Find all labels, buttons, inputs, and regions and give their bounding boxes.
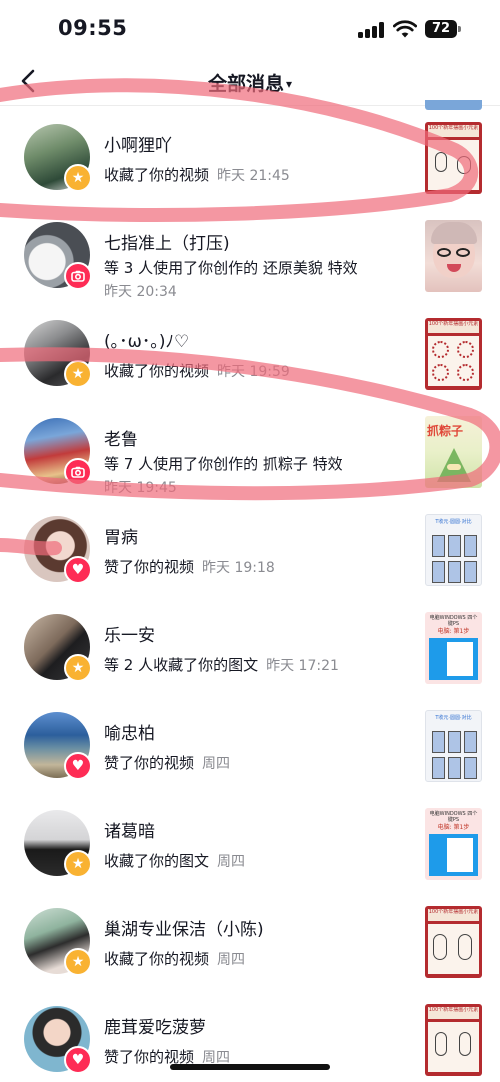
action-text: 收藏了你的视频: [104, 362, 210, 380]
thumbnail[interactable]: 电脑WINDOWS 四个键PS 电脑: 第1步: [425, 612, 482, 684]
list-item[interactable]: ★ 诸葛暗 收藏了你的图文 周四 电脑WINDOWS 四个键PS 电脑: 第1步: [0, 793, 500, 891]
star-icon: ★: [64, 164, 92, 192]
message-text: 赞了你的视频 周四: [104, 752, 230, 773]
thumbnail: [425, 100, 482, 110]
status-bar: 09:55 72: [0, 0, 500, 58]
user-name[interactable]: 小啊狸吖: [104, 131, 172, 156]
user-name[interactable]: 胃病: [104, 523, 138, 548]
cellular-signal-icon: [358, 22, 384, 38]
action-text: 等 2 人收藏了你的图文: [104, 656, 259, 674]
thumbnail-caption: 抓粽子: [427, 424, 464, 438]
timestamp: 昨天 19:18: [202, 560, 275, 576]
camera-icon: [64, 458, 92, 486]
user-name[interactable]: 诸葛暗: [104, 817, 155, 842]
list-item[interactable]: 老鲁 等 7 人使用了你创作的 抓粽子 特效 昨天 19:45 抓粽子: [0, 401, 500, 499]
star-icon: ★: [64, 654, 92, 682]
action-text: 收藏了你的视频: [104, 166, 210, 184]
user-name[interactable]: 七指准上（打压): [104, 229, 230, 254]
thumbnail-caption: 100个新年摆画小元素: [428, 909, 479, 921]
thumbnail[interactable]: 电脑WINDOWS 四个键PS 电脑: 第1步: [425, 808, 482, 880]
status-time: 09:55: [58, 16, 128, 40]
user-name[interactable]: 鹿茸爱吃菠萝: [104, 1013, 206, 1038]
thumbnail-caption: T收元·圆圆·对比: [435, 519, 472, 525]
user-name[interactable]: 老鲁: [104, 425, 138, 450]
heart-icon: ♥: [64, 556, 92, 584]
action-text: 收藏了你的视频: [104, 950, 210, 968]
action-text: 赞了你的视频: [104, 754, 195, 772]
thumbnail-caption: 电脑WINDOWS 四个键PS: [429, 811, 478, 823]
action-text: 等 7 人使用了你创作的 抓粽子 特效: [104, 455, 343, 473]
thumbnail[interactable]: 100个新年摆画小元素: [425, 1004, 482, 1076]
timestamp: 昨天 21:45: [217, 168, 290, 184]
list-item[interactable]: 七指准上（打压) 等 3 人使用了你创作的 还原美貌 特效 昨天 20:34: [0, 205, 500, 303]
list-item[interactable]: ★ 小啊狸吖 收藏了你的视频 昨天 21:45 100个新年摆画小元素: [0, 107, 500, 205]
message-text: 赞了你的视频 昨天 19:18: [104, 556, 275, 577]
thumbnail-caption: 100个新年摆画小元素: [428, 125, 479, 137]
timestamp: 昨天 20:34: [104, 284, 177, 300]
user-name[interactable]: 喻忠柏: [104, 719, 155, 744]
heart-icon: ♥: [64, 752, 92, 780]
action-text: 赞了你的视频: [104, 558, 195, 576]
star-icon: ★: [64, 850, 92, 878]
camera-icon: [64, 262, 92, 290]
list-item[interactable]: ★ 巢湖专业保洁（小陈) 收藏了你的视频 周四 100个新年摆画小元素: [0, 891, 500, 989]
battery-icon: 72: [425, 20, 461, 38]
thumbnail[interactable]: 100个新年摆画小元素: [425, 318, 482, 390]
page-title: 全部消息: [207, 73, 284, 95]
thumbnail[interactable]: T收元·圆圆·对比: [425, 710, 482, 782]
user-name[interactable]: 乐一安: [104, 621, 155, 646]
message-text: 收藏了你的图文 周四: [104, 850, 245, 871]
thumbnail[interactable]: 抓粽子: [425, 416, 482, 488]
thumbnail[interactable]: [425, 220, 482, 292]
timestamp: 昨天 19:59: [217, 364, 290, 380]
heart-icon: ♥: [64, 1046, 92, 1074]
thumbnail-subcaption: 电脑: 第1步: [437, 824, 470, 831]
user-name[interactable]: 巢湖专业保洁（小陈): [104, 915, 264, 940]
message-text: 收藏了你的视频 昨天 19:59: [104, 360, 290, 381]
home-indicator[interactable]: [170, 1064, 330, 1070]
timestamp: 周四: [217, 952, 246, 968]
user-name[interactable]: (｡･ω･｡)ﾉ♡: [104, 327, 189, 352]
message-list: ★ 小啊狸吖 收藏了你的视频 昨天 21:45 100个新年摆画小元素 七指准上（…: [0, 107, 500, 1082]
thumbnail-caption: 100个新年摆画小元素: [428, 321, 479, 333]
list-item[interactable]: ♥ 胃病 赞了你的视频 昨天 19:18 T收元·圆圆·对比: [0, 499, 500, 597]
list-item[interactable]: ♥ 喻忠柏 赞了你的视频 周四 T收元·圆圆·对比: [0, 695, 500, 793]
battery-level: 72: [425, 20, 457, 38]
message-text: 等 2 人收藏了你的图文 昨天 17:21: [104, 654, 339, 675]
list-item[interactable]: ★ (｡･ω･｡)ﾉ♡ 收藏了你的视频 昨天 19:59 100个新年摆画小元素: [0, 303, 500, 401]
wifi-icon: [393, 20, 417, 38]
thumbnail-caption: 100个新年摆画小元素: [428, 1007, 479, 1019]
message-filter-dropdown[interactable]: 全部消息 ▾: [0, 69, 500, 96]
star-icon: ★: [64, 360, 92, 388]
thumbnail[interactable]: T收元·圆圆·对比: [425, 514, 482, 586]
timestamp: 昨天 17:21: [266, 658, 339, 674]
action-text: 等 3 人使用了你创作的 还原美貌 特效: [104, 259, 358, 277]
message-text: 收藏了你的视频 周四: [104, 948, 245, 969]
chevron-down-icon: ▾: [285, 77, 293, 91]
timestamp: 昨天 19:45: [104, 480, 177, 496]
thumbnail[interactable]: 100个新年摆画小元素: [425, 122, 482, 194]
action-text: 收藏了你的图文: [104, 852, 210, 870]
timestamp: 周四: [202, 756, 231, 772]
thumbnail-subcaption: 电脑: 第1步: [437, 628, 470, 635]
star-icon: ★: [64, 948, 92, 976]
list-item[interactable]: ★ 乐一安 等 2 人收藏了你的图文 昨天 17:21 电脑WINDOWS 四个键…: [0, 597, 500, 695]
thumbnail-caption: 电脑WINDOWS 四个键PS: [429, 615, 478, 627]
thumbnail[interactable]: 100个新年摆画小元素: [425, 906, 482, 978]
message-text: 收藏了你的视频 昨天 21:45: [104, 164, 290, 185]
thumbnail-caption: T收元·圆圆·对比: [435, 715, 472, 721]
nav-header: 全部消息 ▾: [0, 58, 500, 106]
timestamp: 周四: [217, 854, 246, 870]
